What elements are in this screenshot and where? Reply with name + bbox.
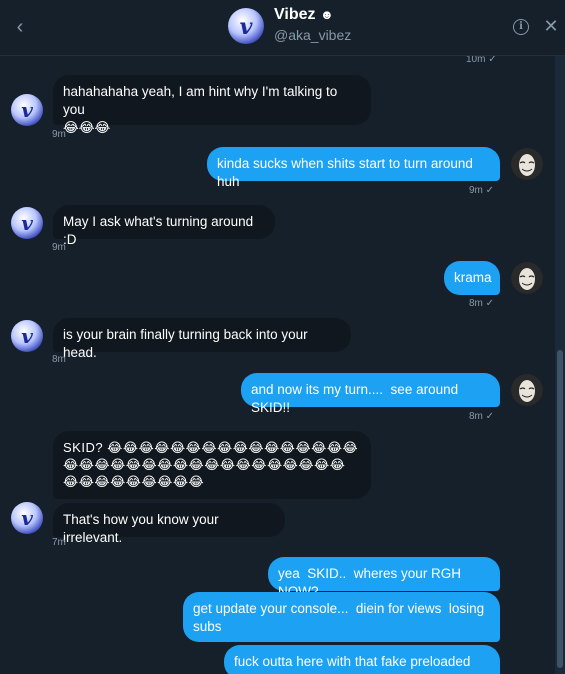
avatar[interactable]: v [11, 94, 43, 126]
message-bubble[interactable]: May I ask what's turning around :D [53, 205, 275, 247]
avatar[interactable] [511, 148, 543, 180]
svg-text:v: v [21, 211, 33, 235]
message-bubble[interactable]: krama [444, 261, 500, 295]
message-list[interactable]: 10m ✓ v hahahahaha yeah, I am hint why I… [0, 56, 565, 674]
svg-text:v: v [21, 98, 33, 122]
avatar[interactable]: v [11, 207, 43, 239]
avatar[interactable] [511, 262, 543, 294]
message-bubble[interactable]: is your brain finally turning back into … [53, 318, 351, 360]
contact-handle: @aka_vibez [274, 27, 352, 43]
message-bubble[interactable]: kinda sucks when shits start to turn aro… [207, 147, 500, 189]
svg-text:v: v [240, 14, 253, 40]
info-icon[interactable]: i [513, 19, 529, 35]
message-bubble[interactable]: and now its my turn.... see around SKID!… [241, 373, 500, 415]
avatar[interactable]: v [228, 8, 264, 44]
chevron-left-icon[interactable]: ‹ [10, 17, 30, 37]
message-time: 7m [52, 537, 66, 548]
message-bubble[interactable]: fuck outta here with that fake preloaded… [224, 645, 500, 674]
avatar[interactable] [511, 374, 543, 406]
contact-name-text: Vibez [274, 6, 316, 23]
message-bubble[interactable]: SKID? 😂😂😂😂😂😂😂😂😂😂😂😂😂😂😂😂😂😂😂😂😂😂😂😂😂😂😂😂😂😂😂😂😂😂… [53, 431, 371, 499]
close-icon[interactable]: ✕ [542, 17, 560, 35]
message-bubble[interactable]: yea SKID.. wheres your RGH NOW? [268, 557, 500, 599]
avatar[interactable]: v [11, 502, 43, 534]
svg-text:v: v [21, 506, 33, 530]
message-time: 8m ✓ [469, 411, 495, 422]
contact-name: Vibez ☻ [274, 6, 334, 24]
message-time: 9m ✓ [469, 185, 495, 196]
message-time: 10m ✓ [466, 56, 497, 65]
badge-icon: ☻ [319, 7, 334, 22]
conversation-header: ‹ v Vibez ☻ @aka_vibez i ✕ [0, 0, 565, 56]
message-time: 8m ✓ [469, 298, 495, 309]
message-bubble[interactable]: get update your console... diein for vie… [183, 592, 500, 642]
message-time: 9m [52, 242, 66, 253]
scrollbar-thumb[interactable] [557, 350, 563, 668]
avatar[interactable]: v [11, 320, 43, 352]
svg-text:v: v [21, 324, 33, 348]
message-bubble[interactable]: That's how you know your irrelevant. [53, 503, 285, 545]
message-bubble[interactable]: hahahahaha yeah, I am hint why I'm talki… [53, 75, 371, 135]
message-time: 8m [52, 354, 66, 365]
message-time: 9m [52, 129, 66, 140]
